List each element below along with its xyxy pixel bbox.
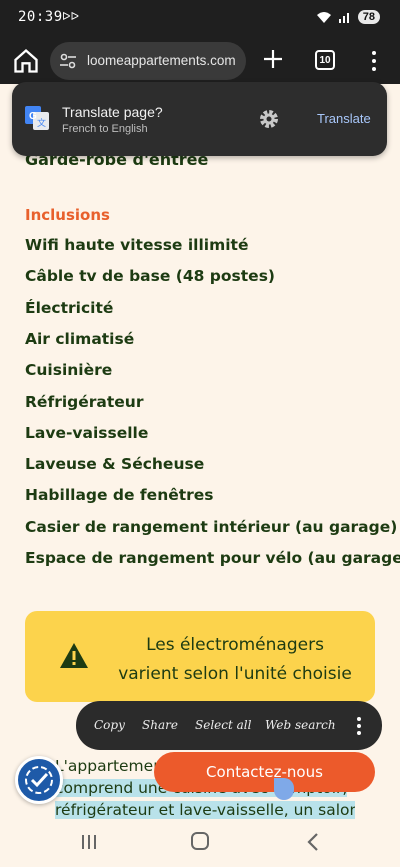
inclusion-item: Câble tv de base (48 postes)	[25, 267, 276, 285]
inclusion-item: Lave-vaisselle	[25, 424, 149, 442]
text-selection-menu: Copy Share Select all Web search	[76, 701, 382, 750]
more-options-icon[interactable]	[356, 716, 362, 736]
translate-popup: G文 Translate page? French to English Tra…	[12, 82, 387, 156]
home-nav-icon[interactable]	[191, 832, 209, 850]
warning-icon	[60, 643, 88, 668]
inclusion-item: Laveuse & Sécheuse	[25, 455, 205, 473]
svg-text:文: 文	[37, 117, 46, 128]
inclusion-item: Casier de rangement intérieur (au garage…	[25, 518, 398, 536]
recents-icon[interactable]	[80, 833, 98, 851]
status-time: 20:39	[18, 9, 63, 25]
status-bar: 20:39 ᐅᐅ 78	[0, 0, 400, 38]
site-settings-icon[interactable]	[59, 52, 77, 70]
select-all-button[interactable]: Select all	[195, 718, 251, 732]
signal-icon	[338, 13, 349, 23]
gear-icon[interactable]	[258, 108, 280, 130]
inclusion-item: Habillage de fenêtres	[25, 486, 214, 504]
notice-line: varient selon l'unité choisie	[118, 664, 352, 684]
url-text[interactable]: loomeappartements.com	[87, 53, 241, 68]
selected-text[interactable]: réfrigérateur et lave-vaisselle, un salo…	[55, 801, 355, 819]
inclusions-heading: Inclusions	[25, 206, 110, 224]
translate-title: Translate page?	[62, 104, 163, 120]
wifi-icon	[316, 12, 331, 23]
svg-text:G: G	[29, 111, 37, 122]
google-translate-icon: G文	[25, 106, 49, 130]
web-search-button[interactable]: Web search	[265, 718, 336, 732]
notice-text: Les électroménagers varient selon l'unit…	[105, 631, 365, 689]
copy-button[interactable]: Copy	[94, 718, 125, 732]
inclusion-item: Espace de rangement pour vélo (au garage…	[25, 549, 400, 567]
share-button[interactable]: Share	[142, 718, 178, 732]
description-line: réfrigérateur et lave-vaisselle, un salo…	[55, 801, 355, 819]
description-text: L'appartement	[55, 757, 170, 775]
notice-line: Les électroménagers	[146, 635, 324, 655]
tab-switcher-button[interactable]: 10	[315, 50, 335, 70]
selection-handle[interactable]	[274, 778, 294, 800]
home-icon[interactable]	[12, 47, 40, 75]
translate-button[interactable]: Translate	[317, 111, 371, 126]
address-bar[interactable]: loomeappartements.com	[50, 42, 246, 80]
inclusion-item: Wifi haute vitesse illimité	[25, 236, 249, 254]
new-tab-icon[interactable]	[262, 48, 284, 70]
notice-box: Les électroménagers varient selon l'unit…	[25, 611, 375, 702]
back-icon[interactable]	[306, 832, 320, 852]
browser-toolbar: loomeappartements.com 10	[0, 38, 400, 84]
inclusion-item: Réfrigérateur	[25, 393, 144, 411]
accessibility-icon	[25, 766, 53, 794]
notification-icon: ᐅᐅ	[62, 10, 79, 23]
inclusion-item: Cuisinière	[25, 361, 113, 379]
translate-languages: French to English	[62, 123, 148, 135]
more-options-icon[interactable]	[366, 49, 382, 73]
inclusion-item: Air climatisé	[25, 330, 135, 348]
battery-indicator: 78	[357, 10, 380, 24]
contact-button[interactable]: Contactez-nous	[154, 752, 375, 792]
inclusion-item: Électricité	[25, 299, 114, 317]
system-nav-bar	[0, 819, 400, 867]
status-icons: 78	[316, 10, 380, 24]
accessibility-widget[interactable]	[15, 756, 63, 804]
